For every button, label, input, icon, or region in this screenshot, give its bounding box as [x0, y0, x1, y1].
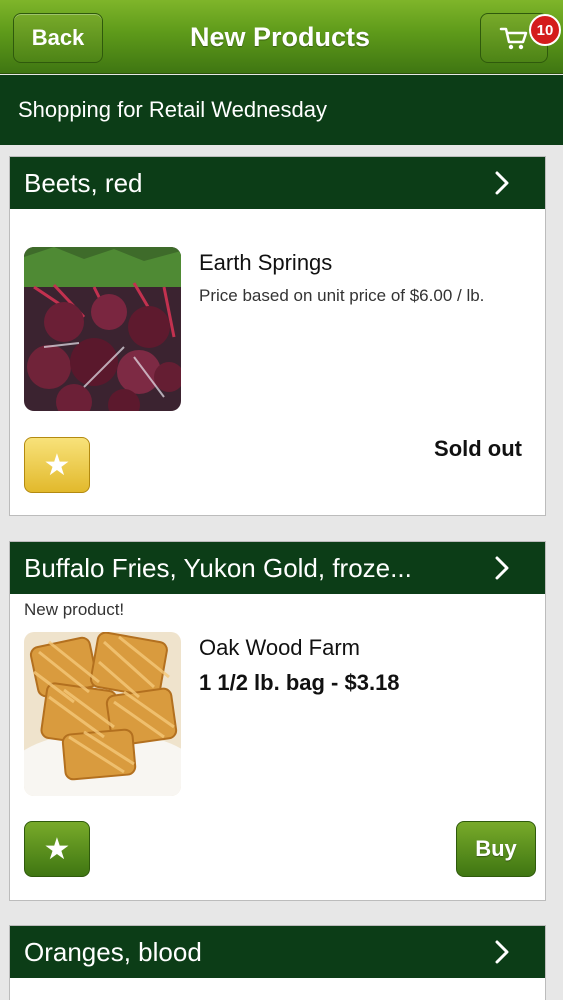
shopping-context-text: Shopping for Retail Wednesday	[18, 97, 328, 122]
top-bar: Back New Products 10	[0, 0, 563, 74]
product-name: Oranges, blood	[24, 936, 202, 967]
product-header[interactable]: Oranges, blood	[10, 926, 545, 978]
chevron-right-icon	[495, 556, 509, 580]
cart-icon	[499, 27, 528, 50]
farm-name: Oak Wood Farm	[199, 635, 360, 660]
star-icon: ★	[43, 448, 71, 482]
product-image[interactable]	[24, 247, 181, 411]
product-header[interactable]: Beets, red	[10, 157, 545, 209]
sold-out-label: Sold out	[434, 436, 522, 461]
page-title: New Products	[189, 21, 371, 52]
new-product-badge: New product!	[24, 600, 125, 619]
shopping-context-banner: Shopping for Retail Wednesday	[0, 75, 563, 145]
beets-photo	[24, 247, 181, 411]
product-name: Beets, red	[24, 167, 143, 198]
chevron-right-icon	[495, 171, 509, 195]
star-icon: ★	[43, 832, 71, 866]
back-button[interactable]: Back	[13, 13, 103, 63]
product-name: Buffalo Fries, Yukon Gold, froze...	[24, 552, 412, 583]
favorite-button[interactable]: ★	[24, 437, 90, 493]
price-info: 1 1/2 lb. bag - $3.18	[199, 670, 400, 695]
product-header[interactable]: Buffalo Fries, Yukon Gold, froze...	[10, 542, 545, 594]
chevron-right-icon	[495, 940, 509, 964]
price-info: Price based on unit price of $6.00 / lb.	[199, 286, 485, 305]
product-image[interactable]	[24, 632, 181, 796]
product-card: Oranges, blood	[9, 925, 546, 1000]
waffle-fries-photo	[24, 632, 181, 796]
cart-count-badge: 10	[529, 14, 561, 46]
buy-button[interactable]: Buy	[456, 821, 536, 877]
farm-name: Earth Springs	[199, 250, 333, 275]
favorite-button[interactable]: ★	[24, 821, 90, 877]
product-card: Buffalo Fries, Yukon Gold, froze... New …	[9, 541, 546, 901]
product-card: Beets, red Earth Springs Price based on …	[9, 156, 546, 516]
